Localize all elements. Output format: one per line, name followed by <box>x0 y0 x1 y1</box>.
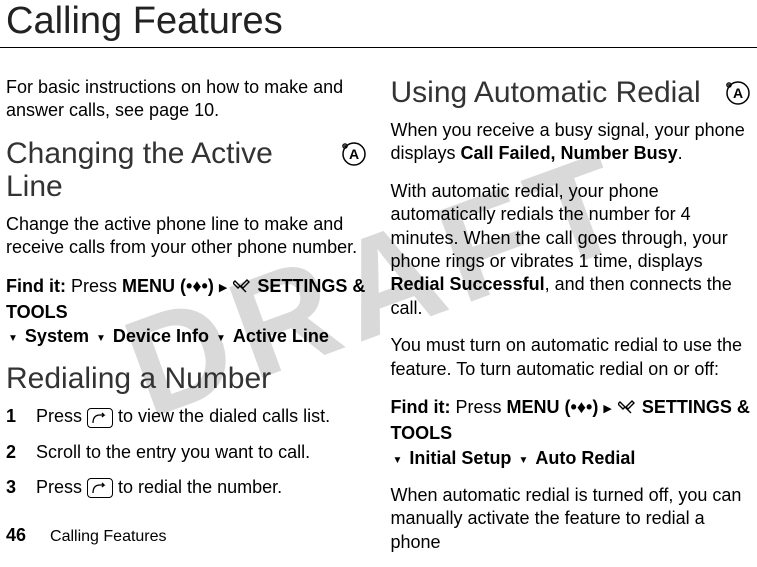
section-heading-row: Using Automatic Redial A <box>391 76 752 119</box>
menu-label: MENU <box>507 397 560 417</box>
step-pre: Press <box>36 406 87 426</box>
list-item: 2 Scroll to the entry you want to call. <box>6 441 367 464</box>
footer-section-label: Calling Features <box>50 528 167 546</box>
left-column: For basic instructions on how to make an… <box>6 76 367 554</box>
redial-steps: 1 Press to view the dialed calls list. 2… <box>6 405 367 499</box>
initial-setup-label: Initial Setup <box>409 448 511 468</box>
step-post: to view the dialed calls list. <box>113 406 330 426</box>
step-number: 1 <box>6 405 20 428</box>
changing-active-line-heading: Changing the Active Line <box>6 137 333 203</box>
device-info-label: Device Info <box>113 326 209 346</box>
find-it-left: Find it: Press MENU (•♦•) SETTINGS & TOO… <box>6 274 367 349</box>
right-column: Using Automatic Redial A When you receiv… <box>391 76 752 554</box>
step-text: Press to redial the number. <box>36 476 282 499</box>
active-line-label: Active Line <box>233 326 329 346</box>
nav-arrow-icon <box>219 276 227 296</box>
nav-arrow-icon <box>603 397 611 417</box>
auto-redial-desc: With automatic redial, your phone automa… <box>391 180 752 320</box>
auto-redial-label: Auto Redial <box>535 448 635 468</box>
system-label: System <box>25 326 89 346</box>
find-it-right: Find it: Press MENU (•♦•) SETTINGS & TOO… <box>391 395 752 470</box>
busy-signal-text: When you receive a busy signal, your pho… <box>391 119 752 166</box>
list-item: 1 Press to view the dialed calls list. <box>6 405 367 428</box>
accessibility-icon: A <box>725 80 751 111</box>
menu-key-glyph: (•♦•) <box>180 276 214 296</box>
list-item: 3 Press to redial the number. <box>6 476 367 499</box>
press-label: Press <box>71 276 117 296</box>
step-pre: Press <box>36 477 87 497</box>
nav-down-icon <box>516 448 530 468</box>
press-label: Press <box>456 397 502 417</box>
accessibility-icon: A <box>341 141 367 172</box>
manual-redial-text: When automatic redial is turned off, you… <box>391 484 752 554</box>
intro-text: For basic instructions on how to make an… <box>6 76 367 123</box>
svg-text:A: A <box>348 146 358 162</box>
step-post: to redial the number. <box>113 477 282 497</box>
nav-down-icon <box>391 448 405 468</box>
tools-icon <box>618 397 636 421</box>
find-it-label: Find it: <box>391 397 451 417</box>
page-content: Calling Features For basic instructions … <box>0 0 757 554</box>
page-title: Calling Features <box>0 0 757 48</box>
text-fragment: With automatic redial, your phone automa… <box>391 181 728 271</box>
call-failed-label: Call Failed, Number Busy <box>461 143 678 163</box>
two-column-layout: For basic instructions on how to make an… <box>0 76 757 554</box>
send-key-icon <box>87 408 113 428</box>
page-number: 46 <box>6 525 26 546</box>
turn-on-redial-text: You must turn on automatic redial to use… <box>391 334 752 381</box>
step-number: 2 <box>6 441 20 464</box>
nav-down-icon <box>6 326 20 346</box>
text-fragment: . <box>678 143 683 163</box>
step-number: 3 <box>6 476 20 499</box>
svg-text:A: A <box>733 85 743 101</box>
redialing-heading: Redialing a Number <box>6 362 367 395</box>
nav-down-icon <box>214 326 228 346</box>
find-it-label: Find it: <box>6 276 66 296</box>
send-key-icon <box>87 478 113 498</box>
step-text: Press to view the dialed calls list. <box>36 405 330 428</box>
auto-redial-heading: Using Automatic Redial <box>391 76 718 109</box>
section-heading-row: Changing the Active Line A <box>6 137 367 213</box>
menu-key-glyph: (•♦•) <box>565 397 599 417</box>
nav-down-icon <box>94 326 108 346</box>
redial-successful-label: Redial Successful <box>391 274 545 294</box>
step-text: Scroll to the entry you want to call. <box>36 441 310 464</box>
changing-active-line-body: Change the active phone line to make and… <box>6 213 367 260</box>
page-footer: 46 Calling Features <box>6 525 167 546</box>
tools-icon <box>233 276 251 300</box>
menu-label: MENU <box>122 276 175 296</box>
